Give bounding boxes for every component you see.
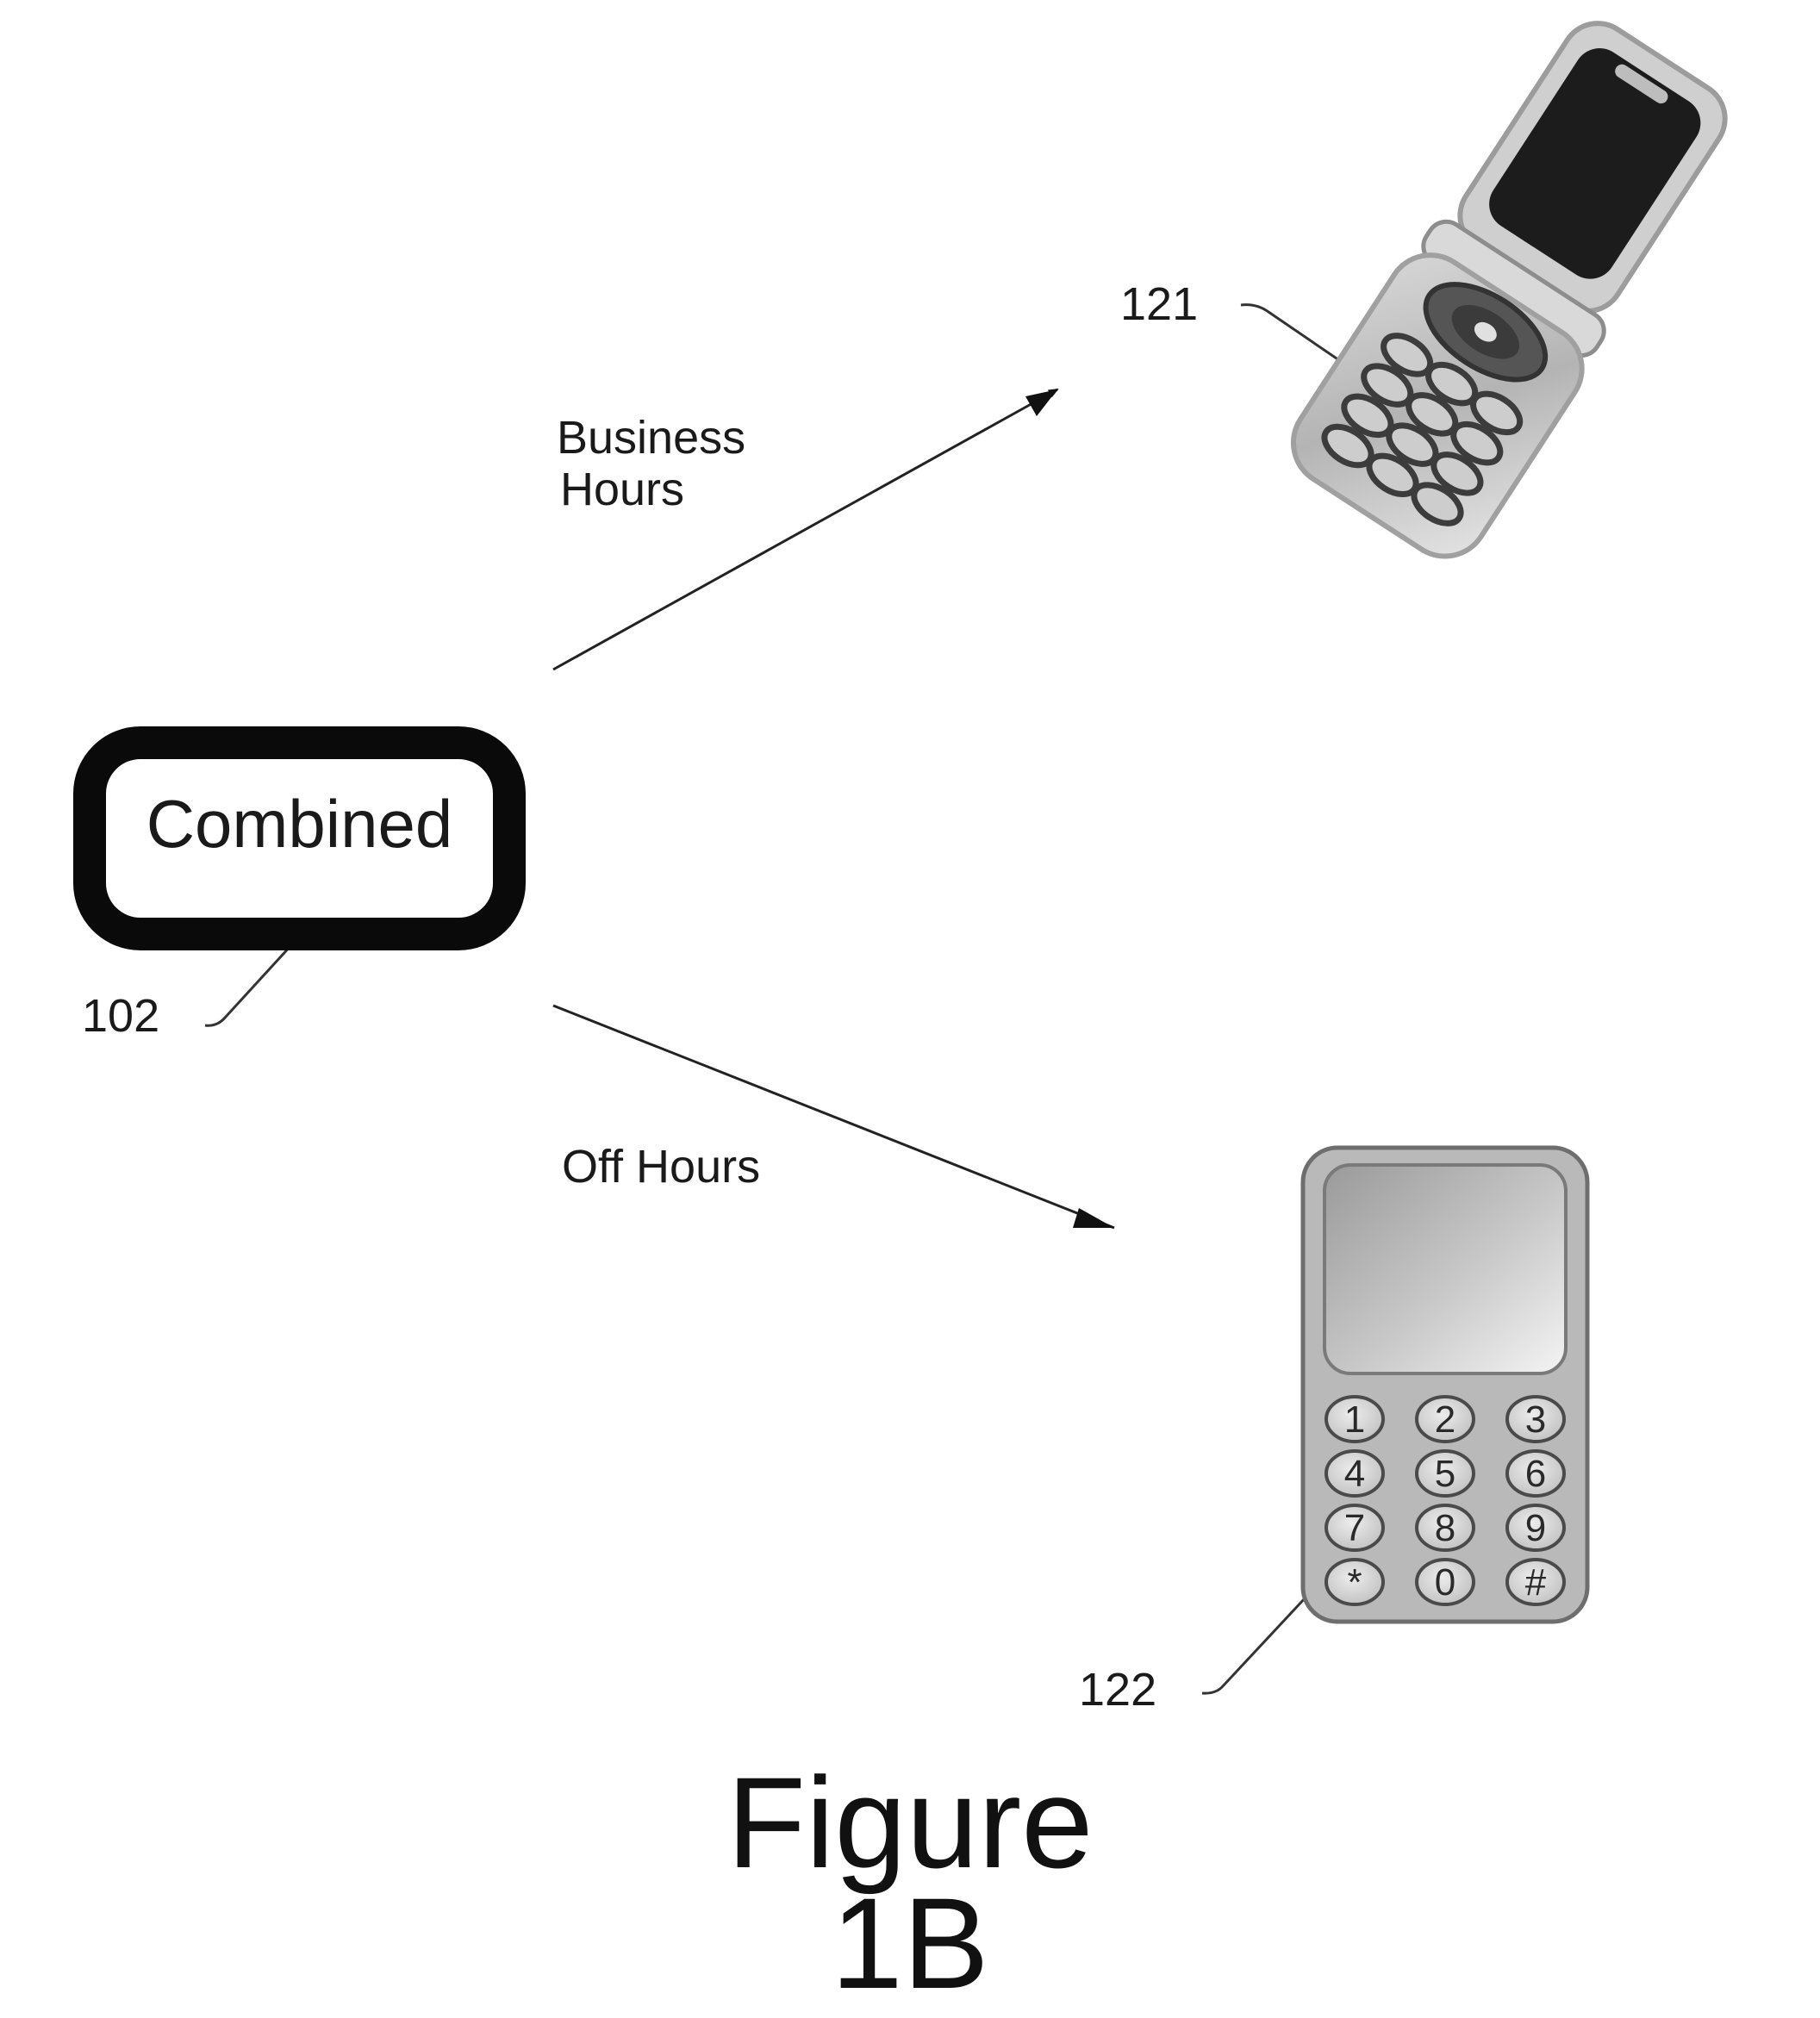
arrowhead-lower bbox=[1073, 1208, 1114, 1228]
keypad-key: * bbox=[1324, 1558, 1385, 1606]
figure-caption-line2: 1B bbox=[831, 1871, 989, 2015]
keypad-key-label: 0 bbox=[1435, 1561, 1455, 1604]
keypad-key-label: 6 bbox=[1525, 1453, 1546, 1495]
diagram-canvas: 1 2 3 4 5 6 7 8 9 * 0 # bbox=[204, 21, 1728, 1695]
keypad-key-label: # bbox=[1525, 1561, 1547, 1604]
keypad-key-label: 2 bbox=[1435, 1398, 1455, 1441]
keypad-key-label: 5 bbox=[1435, 1453, 1455, 1495]
business-hours-label-line1: Business bbox=[557, 412, 746, 464]
keypad-key: 9 bbox=[1505, 1504, 1566, 1552]
keypad-key: 8 bbox=[1415, 1504, 1475, 1552]
keypad-key-label: 8 bbox=[1435, 1507, 1455, 1549]
off-hours-label: Off Hours bbox=[562, 1141, 761, 1193]
arrowhead-upper bbox=[1025, 389, 1057, 416]
keypad-key-label: 7 bbox=[1344, 1507, 1365, 1549]
keypad-key-label: 1 bbox=[1344, 1398, 1365, 1441]
combined-node: Combined bbox=[73, 726, 526, 950]
ref-121: 121 bbox=[1120, 278, 1199, 330]
keypad-key: 1 bbox=[1324, 1395, 1385, 1443]
keypad-key-label: * bbox=[1347, 1561, 1362, 1604]
keypad-key: # bbox=[1505, 1558, 1566, 1606]
combined-label: Combined bbox=[146, 785, 453, 862]
business-hours-label-line2: Hours bbox=[560, 464, 685, 515]
keypad-key-label: 3 bbox=[1525, 1398, 1546, 1441]
leader-line-122 bbox=[1201, 1596, 1307, 1695]
business-hours-label: Business Hours bbox=[557, 412, 745, 515]
keypad-key: 5 bbox=[1415, 1449, 1475, 1498]
flip-phone-icon bbox=[1290, 21, 1728, 559]
ref-102: 102 bbox=[82, 990, 160, 1042]
keypad-key: 3 bbox=[1505, 1395, 1566, 1443]
keypad-key-label: 4 bbox=[1344, 1453, 1365, 1495]
keypad-key-label: 9 bbox=[1525, 1507, 1546, 1549]
ref-122: 122 bbox=[1079, 1664, 1157, 1716]
keypad-key: 4 bbox=[1324, 1449, 1385, 1498]
keypad-key: 6 bbox=[1505, 1449, 1566, 1498]
figure-caption-line1: Figure bbox=[726, 1750, 1094, 1895]
keypad-key: 7 bbox=[1324, 1504, 1385, 1552]
off-hours-arrow bbox=[552, 1004, 1115, 1230]
keypad-key: 0 bbox=[1415, 1558, 1475, 1606]
keypad-key: 2 bbox=[1415, 1395, 1475, 1443]
